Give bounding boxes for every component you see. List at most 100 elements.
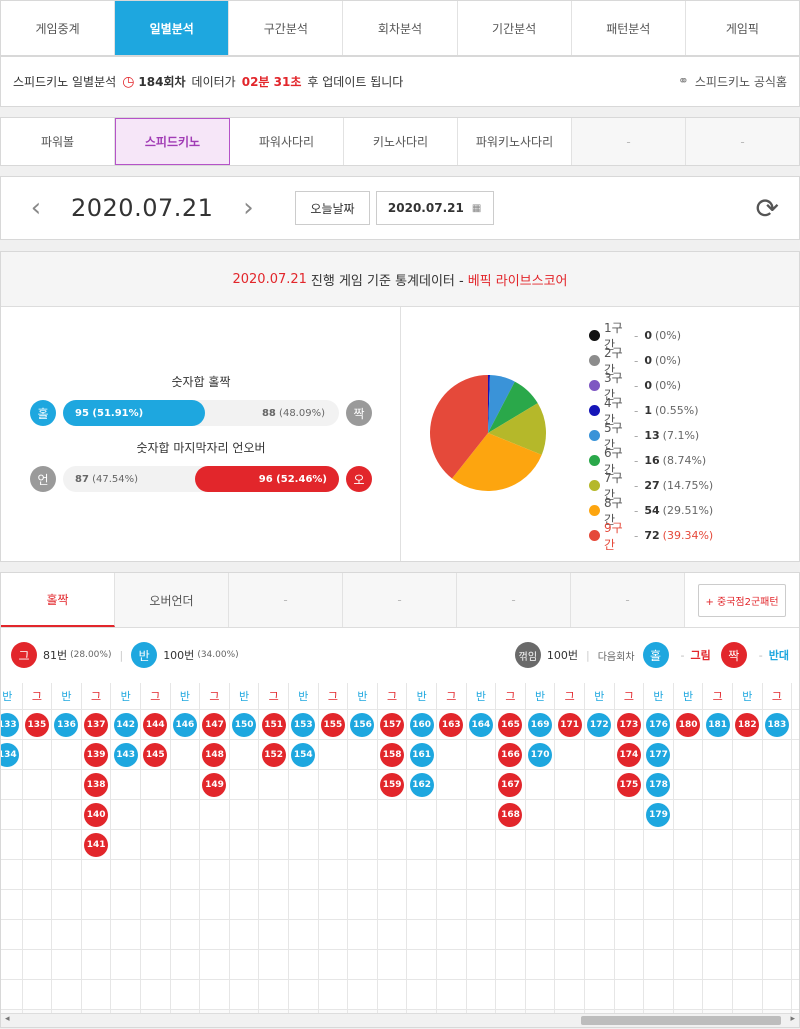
grid-cell	[496, 830, 526, 860]
grid-header: 반	[644, 683, 674, 710]
grid-cell	[585, 860, 615, 890]
result-ball: 176	[646, 712, 671, 737]
grid-cell	[200, 920, 230, 950]
grid-cell	[318, 890, 349, 920]
game-tab-5[interactable]: 파워키노사다리	[458, 118, 572, 165]
scroll-right-icon[interactable]: ▸	[790, 1014, 795, 1024]
grid-cell	[111, 920, 141, 950]
pattern-tab-1[interactable]: 홀짝	[1, 573, 115, 627]
refresh-icon[interactable]: ⟳	[756, 192, 779, 225]
status-countdown: 02분 31초	[241, 75, 302, 89]
grid-header: 반	[673, 683, 704, 710]
grid-cell	[703, 980, 733, 1010]
top-tab-6[interactable]: 패턴분석	[572, 1, 686, 55]
grid-cell: 155	[318, 710, 349, 740]
horizontal-scrollbar[interactable]: ◂ ▸	[1, 1013, 799, 1027]
under-rest: 87 (47.54%)	[75, 473, 139, 485]
grid-cell	[525, 830, 556, 860]
grid-cell: 166	[496, 740, 526, 770]
over-badge: 오	[346, 466, 372, 492]
result-ball: 162	[409, 772, 434, 797]
geu-badge: 그	[11, 642, 37, 668]
grid-cell: 148	[200, 740, 230, 770]
grid-cell	[259, 890, 289, 920]
grid-cell	[792, 920, 799, 950]
result-ball: 183	[764, 712, 789, 737]
grid-cell	[259, 950, 289, 980]
grid-cell	[229, 950, 260, 980]
ban-badge: 반	[131, 642, 158, 668]
grid-cell: 158	[377, 740, 408, 770]
official-home-link[interactable]: ⚭ 스피드키노 공식홈	[678, 73, 787, 90]
grid-cell: 178	[644, 770, 674, 800]
top-tab-5[interactable]: 기간분석	[458, 1, 572, 55]
game-tab-4[interactable]: 키노사다리	[344, 118, 458, 165]
next-date-button[interactable]: ›	[233, 193, 263, 223]
grid-cell	[22, 950, 53, 980]
grid-cell	[437, 770, 467, 800]
grid-cell	[22, 980, 53, 1010]
grid-cell	[437, 860, 467, 890]
game-tab-2[interactable]: 스피드키노	[115, 118, 230, 165]
grid-cell	[733, 920, 763, 950]
grid-cell: 167	[496, 770, 526, 800]
scroll-left-icon[interactable]: ◂	[5, 1014, 10, 1024]
grid-cell	[22, 860, 53, 890]
top-tab-4[interactable]: 회차분석	[343, 1, 458, 55]
grid-cell: 136	[52, 710, 82, 740]
pattern-tab-2[interactable]: 오버언더	[115, 573, 229, 627]
grid-header: 반	[111, 683, 141, 710]
result-ball: 142	[113, 712, 138, 737]
grid-cell	[437, 920, 467, 950]
scroll-thumb[interactable]	[581, 1016, 781, 1025]
game-tab-1[interactable]: 파워볼	[1, 118, 115, 165]
result-ball: 177	[646, 742, 671, 767]
odd-fill: 95 (51.91%)	[63, 400, 205, 426]
grid-cell: 168	[496, 800, 526, 830]
grid-cell	[466, 830, 497, 860]
result-ball: 172	[587, 712, 612, 737]
top-tabs: 게임중계 일별분석 구간분석 회차분석 기간분석 패턴분석 게임픽	[1, 1, 799, 55]
grid-cell	[407, 800, 437, 830]
result-ball: 156	[350, 712, 375, 737]
pattern-button[interactable]: + 중국점2군패턴	[698, 583, 786, 617]
legend-swatch	[589, 380, 600, 391]
today-button[interactable]: 오늘날짜	[295, 191, 370, 225]
section-pie-panel: 1구간 -0 (0%) 2구간 -0 (0%) 3구간 -0 (0%) 4구간 -1 (0.55%) 5…	[401, 307, 799, 561]
pattern-grid: 반133134274그135175반136176그137139138140141…	[1, 683, 799, 1013]
grid-header: 반	[407, 683, 437, 710]
grid-cell	[673, 770, 704, 800]
under-value: 87	[75, 473, 89, 485]
grid-cell	[466, 980, 497, 1010]
stats-header: 2020.07.21 진행 게임 기준 통계데이터 - 베픽 라이브스코어	[1, 252, 799, 307]
top-tab-3[interactable]: 구간분석	[229, 1, 344, 55]
section-pie-chart	[430, 375, 546, 491]
legend-percent: (39.34%)	[662, 529, 714, 542]
grid-cell	[52, 860, 82, 890]
grid-cell	[466, 890, 497, 920]
grid-cell	[762, 830, 793, 860]
grid-cell: 137	[81, 710, 112, 740]
legend-swatch	[589, 505, 600, 516]
prev-date-button[interactable]: ‹	[21, 193, 51, 223]
date-picker[interactable]: 2020.07.21 ▦	[375, 191, 494, 225]
top-tab-1[interactable]: 게임중계	[1, 1, 116, 55]
grid-cell: 175	[614, 770, 645, 800]
grid-cell	[348, 740, 378, 770]
grid-header: 그	[22, 683, 53, 710]
grid-cell	[792, 770, 799, 800]
grid-cell	[792, 860, 799, 890]
grid-cell	[170, 920, 201, 950]
current-date: 2020.07.21	[71, 194, 214, 222]
next-round-label: 다음회차	[597, 651, 635, 663]
top-tab-2[interactable]: 일별분석	[115, 1, 230, 55]
grid-cell	[141, 830, 171, 860]
top-tab-7[interactable]: 게임픽	[686, 1, 799, 55]
game-tab-3[interactable]: 파워사다리	[230, 118, 344, 165]
grid-cell	[52, 920, 82, 950]
result-ball: 137	[84, 712, 109, 737]
grid-cell: 138	[81, 770, 112, 800]
grid-cell	[377, 800, 408, 830]
grid-cell	[614, 920, 645, 950]
game-tab-6: -	[572, 118, 686, 165]
